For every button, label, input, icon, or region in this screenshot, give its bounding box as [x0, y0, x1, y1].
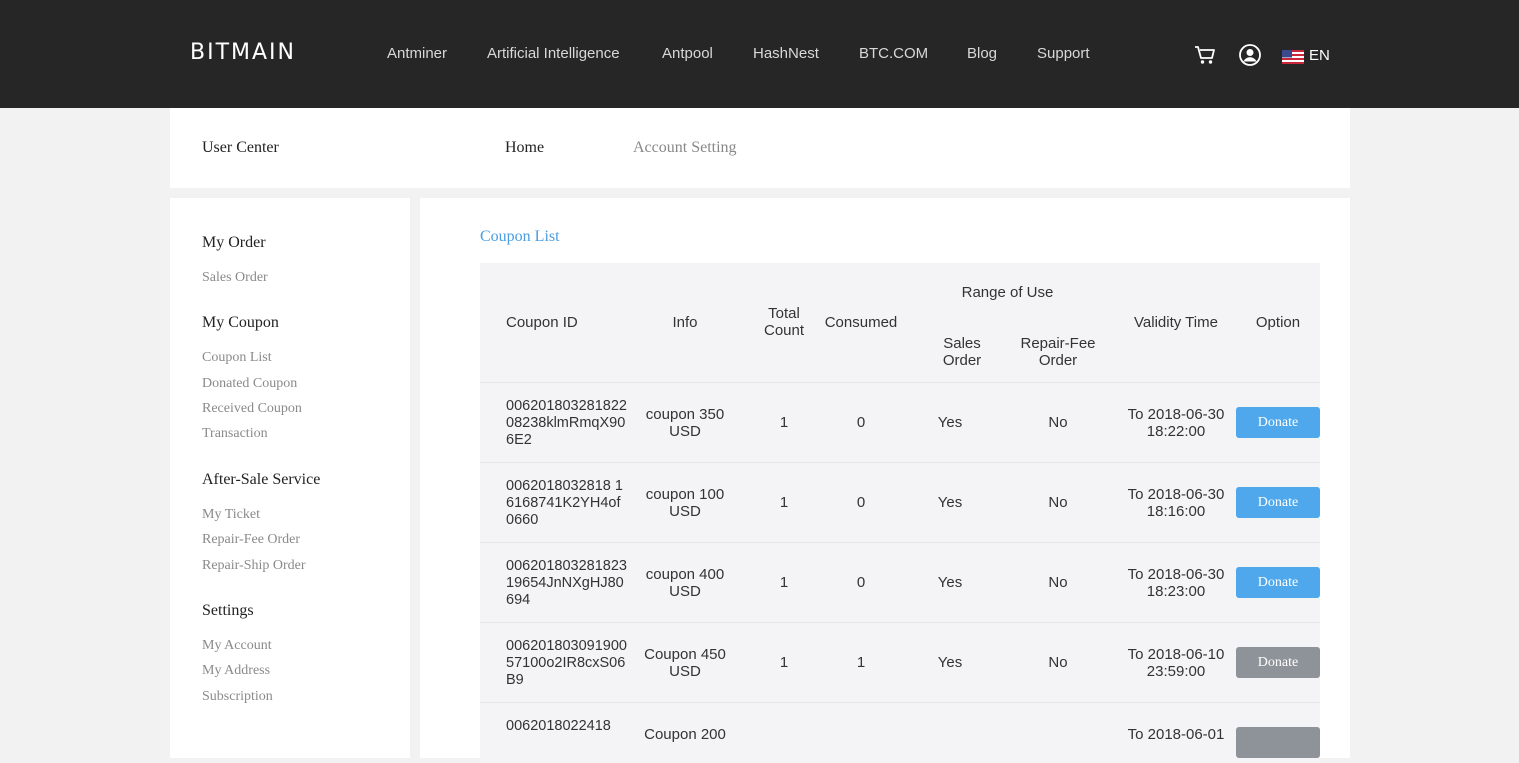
sidebar-heading-my-order: My Order: [202, 234, 266, 251]
col-option: Option: [1255, 314, 1301, 331]
nav-btc-com[interactable]: BTC.COM: [859, 45, 928, 62]
donate-button[interactable]: Donate: [1236, 647, 1320, 678]
sidebar-item-my-address[interactable]: My Address: [202, 663, 270, 679]
sidebar-item-coupon-list[interactable]: Coupon List: [202, 350, 272, 366]
nav-blog[interactable]: Blog: [967, 45, 997, 62]
tab-account-setting[interactable]: Account Setting: [633, 139, 737, 157]
coupon-list-panel: Coupon List Coupon ID Info Total Count C…: [420, 198, 1350, 763]
info-cell: coupon 350 USD: [645, 406, 725, 440]
sidebar-heading-after-sale-service: After-Sale Service: [202, 471, 321, 488]
validity-time-cell: To 2018-06-01: [1127, 726, 1225, 743]
top-navbar: BITMAIN Antminer Artificial Intelligence…: [0, 0, 1519, 108]
sales-order-cell: Yes: [937, 574, 963, 591]
info-cell: Coupon 200: [644, 726, 726, 743]
cart-icon[interactable]: [1194, 44, 1216, 66]
validity-time-cell: To 2018-06-30 18:22:00: [1127, 406, 1225, 440]
nav-antpool[interactable]: Antpool: [662, 45, 713, 62]
tab-home[interactable]: Home: [505, 139, 544, 157]
sidebar-item-sales-order[interactable]: Sales Order: [202, 270, 268, 286]
coupon-id-cell: 00620180328182208238klmRmqX906E2: [506, 398, 627, 448]
col-consumed: Consumed: [824, 314, 898, 331]
donate-button[interactable]: [1236, 727, 1320, 758]
sidebar-heading-my-coupon: My Coupon: [202, 314, 279, 331]
col-validity-time: Validity Time: [1134, 314, 1218, 331]
repair-fee-order-cell: No: [1048, 414, 1068, 431]
bitmain-logo[interactable]: BITMAIN: [190, 40, 296, 65]
table-row: 00620180328182208238klmRmqX906E2 coupon 3…: [480, 382, 1320, 463]
col-info: Info: [672, 314, 698, 331]
validity-time-cell: To 2018-06-10 23:59:00: [1127, 646, 1225, 680]
coupon-id-cell: 0062018022418: [506, 718, 611, 734]
sidebar-item-subscription[interactable]: Subscription: [202, 689, 273, 705]
info-cell: Coupon 450 USD: [644, 646, 726, 680]
table-row: 0062018022418 Coupon 200 To 2018-06-01: [480, 702, 1320, 763]
col-coupon-id: Coupon ID: [506, 314, 578, 331]
info-cell: coupon 400 USD: [645, 566, 725, 600]
language-selector[interactable]: EN: [1309, 47, 1330, 64]
nav-support[interactable]: Support: [1037, 45, 1090, 62]
us-flag-icon[interactable]: [1282, 50, 1304, 64]
total-count-cell: 1: [779, 414, 789, 431]
sidebar-item-my-account[interactable]: My Account: [202, 638, 272, 654]
sidebar-item-my-ticket[interactable]: My Ticket: [202, 507, 260, 523]
col-range-of-use: Range of Use: [961, 284, 1054, 301]
table-row: 00620180328182319654JnNXgHJ80694 coupon 4…: [480, 542, 1320, 623]
table-row: 0062018032818 16168741K2YH4of0660 coupon …: [480, 462, 1320, 543]
sales-order-cell: Yes: [937, 654, 963, 671]
sidebar-item-donated-coupon[interactable]: Donated Coupon: [202, 376, 297, 392]
coupon-id-cell: 00620180328182319654JnNXgHJ80694: [506, 558, 627, 608]
nav-artificial-intelligence[interactable]: Artificial Intelligence: [487, 45, 620, 62]
sidebar-item-received-coupon[interactable]: Received Coupon: [202, 401, 302, 417]
coupon-id-cell: 0062018032818 16168741K2YH4of0660: [506, 478, 623, 528]
consumed-cell: 1: [856, 654, 866, 671]
validity-time-cell: To 2018-06-30 18:16:00: [1127, 486, 1225, 520]
coupon-id-cell: 00620180309190057100o2IR8cxS06B9: [506, 638, 627, 688]
sales-order-cell: Yes: [937, 414, 963, 431]
col-repair-fee-order: Repair-Fee Order: [1020, 335, 1096, 369]
user-center-header: User Center Home Account Setting: [170, 108, 1350, 188]
user-icon[interactable]: [1239, 44, 1261, 66]
consumed-cell: 0: [856, 414, 866, 431]
validity-time-cell: To 2018-06-30 18:23:00: [1127, 566, 1225, 600]
info-cell: coupon 100 USD: [645, 486, 725, 520]
col-sales-order: Sales Order: [942, 335, 982, 369]
repair-fee-order-cell: No: [1048, 654, 1068, 671]
consumed-cell: 0: [856, 574, 866, 591]
sidebar-heading-settings: Settings: [202, 602, 254, 619]
sidebar-item-repair-fee-order[interactable]: Repair-Fee Order: [202, 532, 300, 548]
consumed-cell: 0: [856, 494, 866, 511]
total-count-cell: 1: [779, 494, 789, 511]
sidebar-item-repair-ship-order[interactable]: Repair-Ship Order: [202, 558, 306, 574]
donate-button[interactable]: Donate: [1236, 567, 1320, 598]
sidebar-item-transaction[interactable]: Transaction: [202, 426, 268, 442]
total-count-cell: 1: [779, 654, 789, 671]
table-row: 00620180309190057100o2IR8cxS06B9 Coupon 4…: [480, 622, 1320, 703]
user-center-title: User Center: [202, 139, 279, 156]
repair-fee-order-cell: No: [1048, 494, 1068, 511]
total-count-cell: 1: [779, 574, 789, 591]
coupon-table: Coupon ID Info Total Count Consumed Rang…: [480, 263, 1320, 763]
nav-hashnest[interactable]: HashNest: [753, 45, 819, 62]
col-total-count: Total Count: [763, 305, 805, 339]
donate-button[interactable]: Donate: [1236, 487, 1320, 518]
donate-button[interactable]: Donate: [1236, 407, 1320, 438]
sales-order-cell: Yes: [937, 494, 963, 511]
repair-fee-order-cell: No: [1048, 574, 1068, 591]
sidebar: My Order Sales Order My Coupon Coupon Li…: [170, 198, 410, 758]
nav-antminer[interactable]: Antminer: [387, 45, 447, 62]
page-title: Coupon List: [480, 228, 560, 245]
